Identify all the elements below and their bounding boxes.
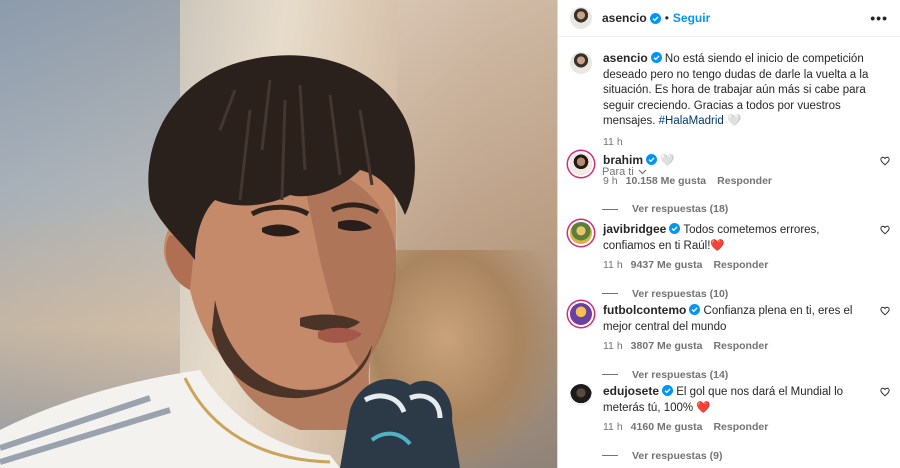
comment-meta: 11 h 4160 Me gusta Responder — [603, 420, 865, 436]
comment-meta: 11 h 3807 Me gusta Responder — [603, 339, 865, 355]
caption-avatar[interactable] — [570, 52, 592, 74]
replies-divider — [602, 208, 618, 210]
post-caption: asencio No está siendo el inicio de comp… — [558, 37, 900, 150]
comment-item: edujosete El gol que nos dará el Mundial… — [570, 384, 890, 462]
comment-item: javibridgee Todos cometemos errores, con… — [570, 222, 890, 300]
commenter-avatar[interactable] — [570, 303, 592, 325]
commenter-avatar[interactable] — [570, 153, 592, 175]
comment-meta: 11 h 9437 Me gusta Responder — [603, 258, 865, 274]
comment-body: futbolcontemo Confianza plena en ti, ere… — [603, 303, 865, 355]
view-replies-label: Ver respuestas (14) — [632, 368, 729, 381]
like-heart-icon[interactable] — [880, 387, 890, 397]
comment-likes[interactable]: 4160 Me gusta — [631, 420, 703, 436]
comment-likes[interactable]: 9437 Me gusta — [631, 258, 703, 274]
commenter-username[interactable]: brahim — [603, 153, 643, 167]
reply-button[interactable]: Responder — [717, 174, 772, 190]
post-time: 11 h — [603, 135, 623, 148]
verified-badge-icon — [650, 52, 662, 63]
comment-body: javibridgee Todos cometemos errores, con… — [603, 222, 865, 274]
view-replies-label: Ver respuestas (18) — [632, 203, 729, 215]
comment-text: 🤍 — [660, 155, 675, 167]
reply-button[interactable]: Responder — [713, 420, 768, 436]
view-replies-button[interactable]: Ver respuestas (10) — [570, 288, 890, 300]
verified-badge-icon — [649, 12, 661, 24]
commenter-username[interactable]: futbolcontemo — [603, 303, 686, 317]
replies-divider — [602, 293, 618, 294]
commenter-avatar[interactable] — [570, 222, 592, 244]
comment-time: 11 h — [603, 259, 623, 271]
view-replies-button[interactable]: Ver respuestas (14) — [570, 369, 890, 381]
comment-item: futbolcontemo Confianza plena en ti, ere… — [570, 303, 890, 381]
reply-button[interactable]: Responder — [713, 339, 768, 355]
comment-time: 11 h — [603, 340, 623, 352]
view-replies-button[interactable]: Ver respuestas (18) — [570, 203, 890, 215]
hashtag-link[interactable]: #HalaMadrid — [659, 115, 724, 127]
commenter-username[interactable]: edujosete — [603, 384, 659, 398]
author-avatar[interactable] — [570, 7, 592, 29]
commenter-username[interactable]: javibridgee — [603, 222, 666, 236]
comment-body: brahim 🤍 9 h 10.158 Me gusta Responder — [603, 153, 865, 189]
like-heart-icon[interactable] — [880, 225, 890, 235]
replies-divider — [602, 455, 618, 456]
instagram-post-view: asencio • Seguir ••• asencio No está sie… — [0, 0, 900, 468]
caption-emoji: 🤍 — [727, 115, 742, 127]
comment-meta: 9 h 10.158 Me gusta Responder — [603, 174, 865, 190]
comment-time: 11 h — [603, 421, 623, 433]
post-header: asencio • Seguir ••• — [558, 0, 900, 37]
caption-body: asencio No está siendo el inicio de comp… — [603, 51, 885, 150]
verified-badge-icon — [689, 304, 701, 315]
comment-time: 9 h — [603, 174, 618, 187]
separator-dot: • — [664, 11, 669, 25]
replies-divider — [602, 374, 618, 375]
commenter-avatar[interactable] — [570, 384, 592, 406]
post-photo[interactable] — [0, 0, 557, 468]
like-heart-icon[interactable] — [880, 306, 890, 316]
verified-badge-icon — [669, 223, 681, 234]
more-options-icon[interactable]: ••• — [870, 10, 888, 26]
follow-button[interactable]: Seguir — [673, 11, 710, 25]
comment-likes[interactable]: 3807 Me gusta — [631, 339, 703, 355]
caption-username[interactable]: asencio — [603, 51, 648, 65]
verified-badge-icon — [662, 385, 674, 396]
verified-badge-icon — [646, 154, 658, 165]
reply-button[interactable]: Responder — [713, 258, 768, 274]
comment-likes[interactable]: 10.158 Me gusta — [626, 174, 707, 190]
view-replies-label: Ver respuestas (9) — [632, 449, 723, 462]
author-username[interactable]: asencio — [602, 11, 647, 25]
like-heart-icon[interactable] — [880, 156, 890, 166]
comment-item: brahim 🤍 9 h 10.158 Me gusta Responder V… — [570, 153, 890, 215]
view-replies-label: Ver respuestas (10) — [632, 287, 729, 300]
player-portrait-illustration — [0, 55, 460, 468]
view-replies-button[interactable]: Ver respuestas (9) — [570, 450, 890, 462]
comment-body: edujosete El gol que nos dará el Mundial… — [603, 384, 865, 436]
post-side-panel: asencio • Seguir ••• asencio No está sie… — [557, 0, 900, 468]
